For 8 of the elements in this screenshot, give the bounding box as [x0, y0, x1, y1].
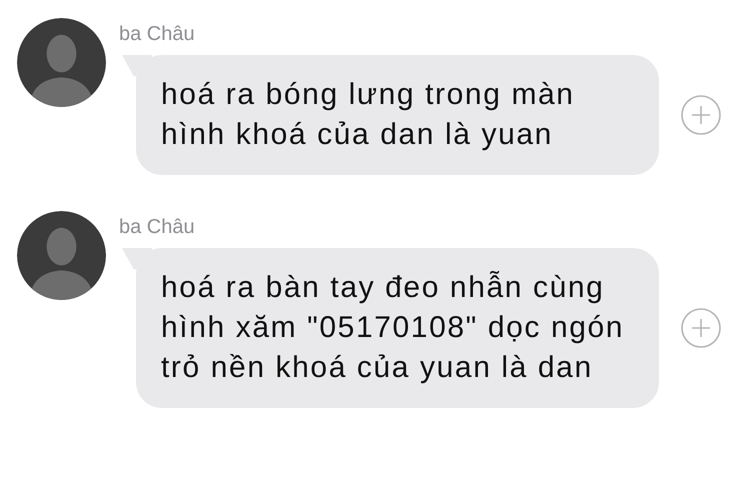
sender-name: ba Châu — [119, 22, 196, 47]
message-bubble: hoá ra bóng lưng trong màn hình khoá của dan là yuan — [122, 55, 659, 175]
add-reaction-icon[interactable] — [681, 308, 721, 348]
avatar-icon — [17, 211, 106, 300]
sender-name: ba Châu — [119, 215, 196, 240]
add-reaction-icon[interactable] — [681, 95, 721, 135]
message-bubble: hoá ra bàn tay đeo nhẫn cùng hình xăm "05170108" dọc ngón trỏ nền khoá của yuan là dan — [122, 248, 659, 408]
avatar-icon — [17, 18, 106, 107]
